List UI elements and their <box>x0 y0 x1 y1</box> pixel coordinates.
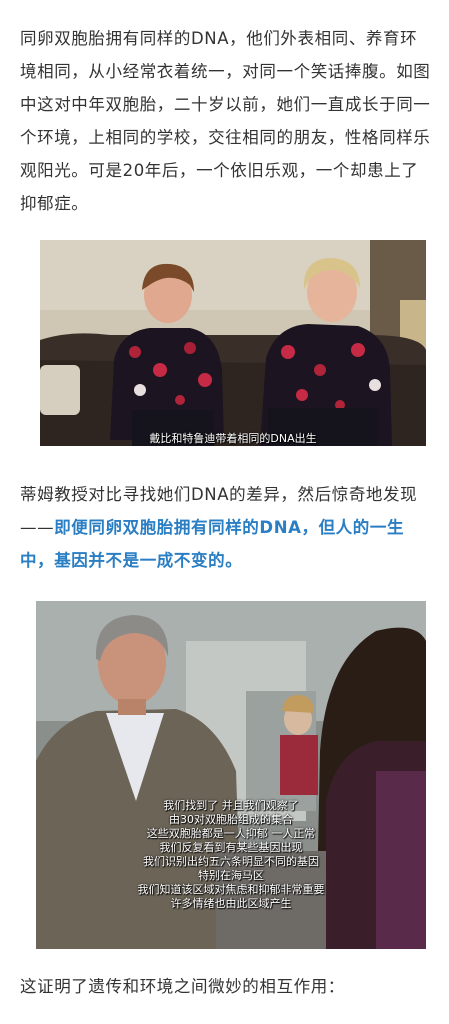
subtitle-line: 许多情绪也由此区域产生 <box>170 897 292 910</box>
conclusion-paragraph: 这证明了遗传和环境之间微妙的相互作用： <box>20 977 345 996</box>
subtitle-line: 我们识别出约五六条明显不同的基因 <box>143 855 319 868</box>
twins-photo-caption: 戴比和特鲁迪带着相同的DNA出生 <box>149 432 317 445</box>
interview-subtitles: 我们找到了 并且我们观察了 由30对双胞胎组成的集合 这些双胞胎都是一人抑郁 一… <box>36 799 426 911</box>
subtitle-line: 我们反复看到有某些基因出现 <box>159 841 303 854</box>
subtitle-line: 特别在海马区 <box>198 869 264 882</box>
finding-highlight: 即便同卵双胞胎拥有同样的DNA，但人的一生中，基因并不是一成不变的。 <box>20 518 405 570</box>
twins-sofa-photo: 戴比和特鲁迪带着相同的DNA出生 <box>40 240 426 446</box>
subtitle-line: 由30对双胞胎组成的集合 <box>169 813 293 826</box>
subtitle-line: 我们知道该区域对焦虑和抑郁非常重要 <box>137 883 325 896</box>
professor-interview-photo: 我们找到了 并且我们观察了 由30对双胞胎组成的集合 这些双胞胎都是一人抑郁 一… <box>36 601 426 949</box>
subtitle-line: 我们找到了 并且我们观察了 <box>163 799 299 812</box>
finding-paragraph: 蒂姆教授对比寻找她们DNA的差异，然后惊奇地发现——即便同卵双胞胎拥有同样的DN… <box>20 478 432 577</box>
intro-paragraph: 同卵双胞胎拥有同样的DNA，他们外表相同、养育环境相同，从小经常衣着统一，对同一… <box>20 29 431 213</box>
subtitle-line: 这些双胞胎都是一人抑郁 一人正常 <box>146 827 316 840</box>
